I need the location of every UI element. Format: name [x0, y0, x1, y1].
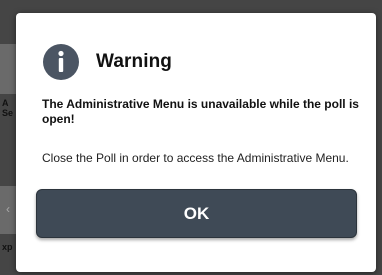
background-label: xp: [2, 242, 13, 252]
dialog-header: Warning: [43, 44, 172, 80]
info-icon: [43, 44, 79, 80]
ok-button[interactable]: OK: [36, 189, 357, 238]
dialog-message-secondary: Close the Poll in order to access the Ad…: [42, 151, 349, 165]
background-label: A: [2, 98, 9, 108]
background-label: Se: [2, 108, 14, 118]
chevron-left-icon: ‹: [6, 202, 10, 216]
warning-dialog: Warning The Administrative Menu is unava…: [16, 13, 376, 272]
dialog-title: Warning: [96, 51, 172, 72]
background-panel-edge: [0, 44, 16, 94]
dialog-message-primary: The Administrative Menu is unavailable w…: [42, 97, 359, 126]
